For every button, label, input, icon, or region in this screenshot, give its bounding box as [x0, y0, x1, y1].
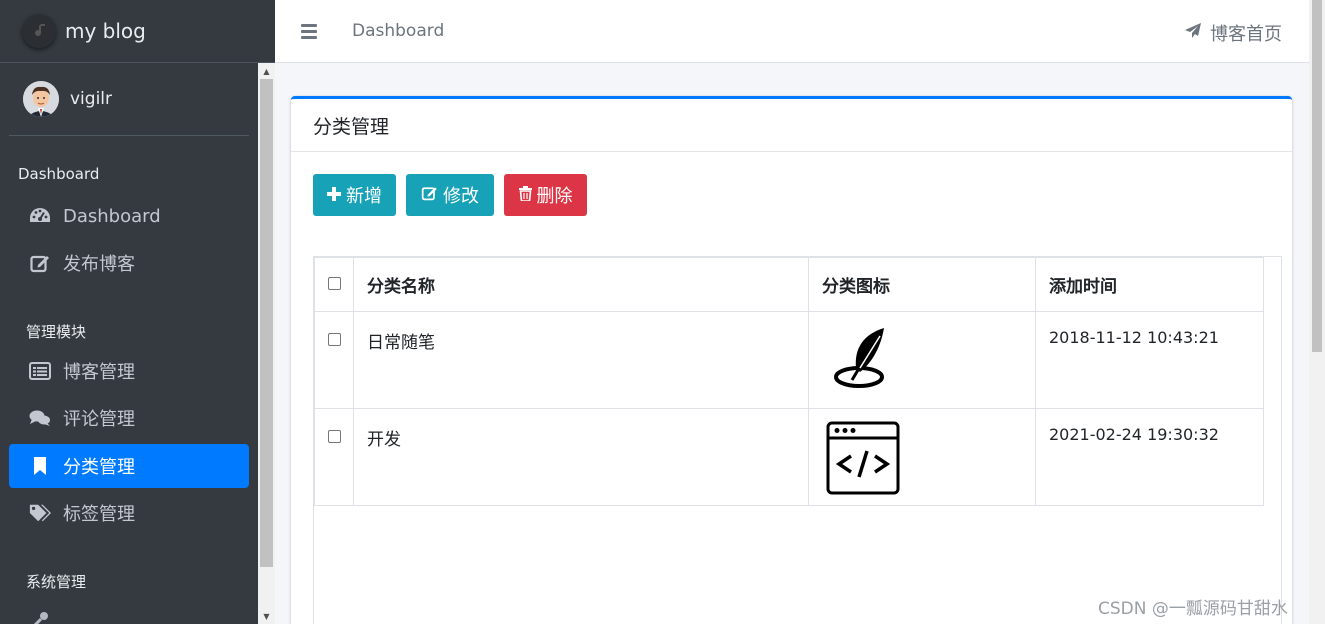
card-title: 分类管理: [291, 99, 1292, 152]
column-header-name[interactable]: 分类名称: [353, 257, 809, 312]
list-alt-icon: [29, 360, 51, 382]
hamburger-menu-icon[interactable]: [301, 23, 317, 39]
select-all-cell: [314, 257, 354, 312]
row-checkbox[interactable]: [327, 430, 341, 443]
sidebar-item-tag-management[interactable]: 标签管理: [9, 491, 249, 535]
code-window-icon: [826, 421, 900, 500]
table-row[interactable]: 日常随笔 2018-11-12 10:43:21: [314, 311, 1264, 409]
watermark: CSDN @一瓢源码甘甜水: [1098, 599, 1288, 619]
trash-icon: [518, 185, 532, 206]
sidebar-scroll-thumb[interactable]: [260, 79, 273, 567]
scroll-up-arrow-icon[interactable]: ▲: [258, 63, 275, 79]
brand-title: my blog: [65, 19, 146, 43]
table-row[interactable]: 开发 2021-02-24 19:30:32: [314, 408, 1264, 506]
edit-button[interactable]: 修改: [406, 174, 494, 216]
column-header-time[interactable]: 添加时间: [1035, 257, 1264, 312]
add-button[interactable]: 新增: [313, 174, 396, 216]
select-all-checkbox[interactable]: [327, 276, 341, 290]
category-time: 2021-02-24 19:30:32: [1035, 408, 1264, 506]
page-scroll-thumb[interactable]: [1312, 0, 1322, 352]
scroll-down-arrow-icon[interactable]: ▼: [258, 608, 275, 624]
top-navbar: Dashboard 博客首页: [275, 0, 1309, 63]
feather-quill-icon: [834, 328, 892, 395]
column-header-icon[interactable]: 分类图标: [808, 257, 1036, 312]
category-time: 2018-11-12 10:43:21: [1035, 311, 1264, 409]
sidebar-item-comment-management[interactable]: 评论管理: [9, 396, 249, 440]
row-checkbox-cell: [314, 311, 354, 409]
blog-home-label: 博客首页: [1210, 24, 1282, 45]
nav-header-system: 系统管理: [26, 573, 87, 591]
brand-link[interactable]: my blog: [0, 0, 275, 63]
category-name: 日常随笔: [353, 311, 809, 409]
edit-icon: [29, 252, 51, 274]
sidebar-scrollbar[interactable]: ▲ ▼: [258, 63, 275, 624]
category-icon-cell: [808, 408, 1036, 506]
sidebar-menu: vigilr Dashboard Dashboard 发布博客 管理模块 博客管…: [0, 63, 258, 624]
bookmark-icon: [29, 455, 51, 477]
category-table-container: 分类名称 分类图标 添加时间 日常随笔 2018-11-12 10:43:21 …: [313, 256, 1282, 624]
table-header-row: 分类名称 分类图标 添加时间: [314, 257, 1264, 312]
edit-icon: [421, 185, 438, 206]
sidebar-item-label: 分类管理: [63, 457, 135, 478]
avatar: [23, 81, 59, 117]
sidebar: my blog vigilr Dashboard Dashboard 发布博客 …: [0, 0, 275, 624]
nav-header-dashboard: Dashboard: [18, 165, 100, 183]
sidebar-item-blog-management[interactable]: 博客管理: [9, 349, 249, 393]
delete-button-label: 删除: [536, 186, 573, 207]
blog-home-link[interactable]: 博客首页: [1184, 20, 1282, 46]
nav-header-management: 管理模块: [26, 323, 87, 341]
tags-icon: [29, 502, 51, 524]
edit-button-label: 修改: [443, 186, 479, 207]
paper-plane-icon: [1184, 22, 1202, 45]
category-card: 分类管理 新增 修改 删除 分类名称 分类图标 添加时间 日常随笔 2018-1…: [291, 96, 1292, 624]
page-scrollbar[interactable]: [1309, 0, 1325, 624]
user-name: vigilr: [70, 89, 113, 109]
plus-icon: [327, 185, 341, 206]
row-checkbox[interactable]: [327, 333, 341, 346]
sidebar-item-label: 标签管理: [63, 504, 135, 525]
sidebar-item-label: 评论管理: [63, 409, 135, 430]
add-button-label: 新增: [346, 186, 382, 207]
category-table: 分类名称 分类图标 添加时间 日常随笔 2018-11-12 10:43:21 …: [314, 257, 1264, 506]
comments-icon: [29, 407, 51, 429]
delete-button[interactable]: 删除: [504, 174, 587, 216]
category-icon-cell: [808, 311, 1036, 409]
nav-link-dashboard[interactable]: Dashboard: [352, 21, 444, 41]
sidebar-item-label: Dashboard: [63, 205, 161, 227]
user-panel[interactable]: vigilr: [9, 63, 249, 136]
sidebar-item-category-management[interactable]: 分类管理: [9, 444, 249, 488]
category-name: 开发: [353, 408, 809, 506]
sidebar-item-dashboard[interactable]: Dashboard: [9, 194, 249, 238]
row-checkbox-cell: [314, 408, 354, 506]
sidebar-item-system-partial[interactable]: [9, 598, 249, 624]
sidebar-item-publish-blog[interactable]: 发布博客: [9, 241, 249, 285]
sidebar-item-label: 发布博客: [63, 254, 135, 275]
wrench-icon: [29, 609, 51, 624]
music-note-logo-icon: [22, 14, 56, 48]
sidebar-item-label: 博客管理: [63, 362, 135, 383]
tachometer-icon: [29, 205, 51, 227]
